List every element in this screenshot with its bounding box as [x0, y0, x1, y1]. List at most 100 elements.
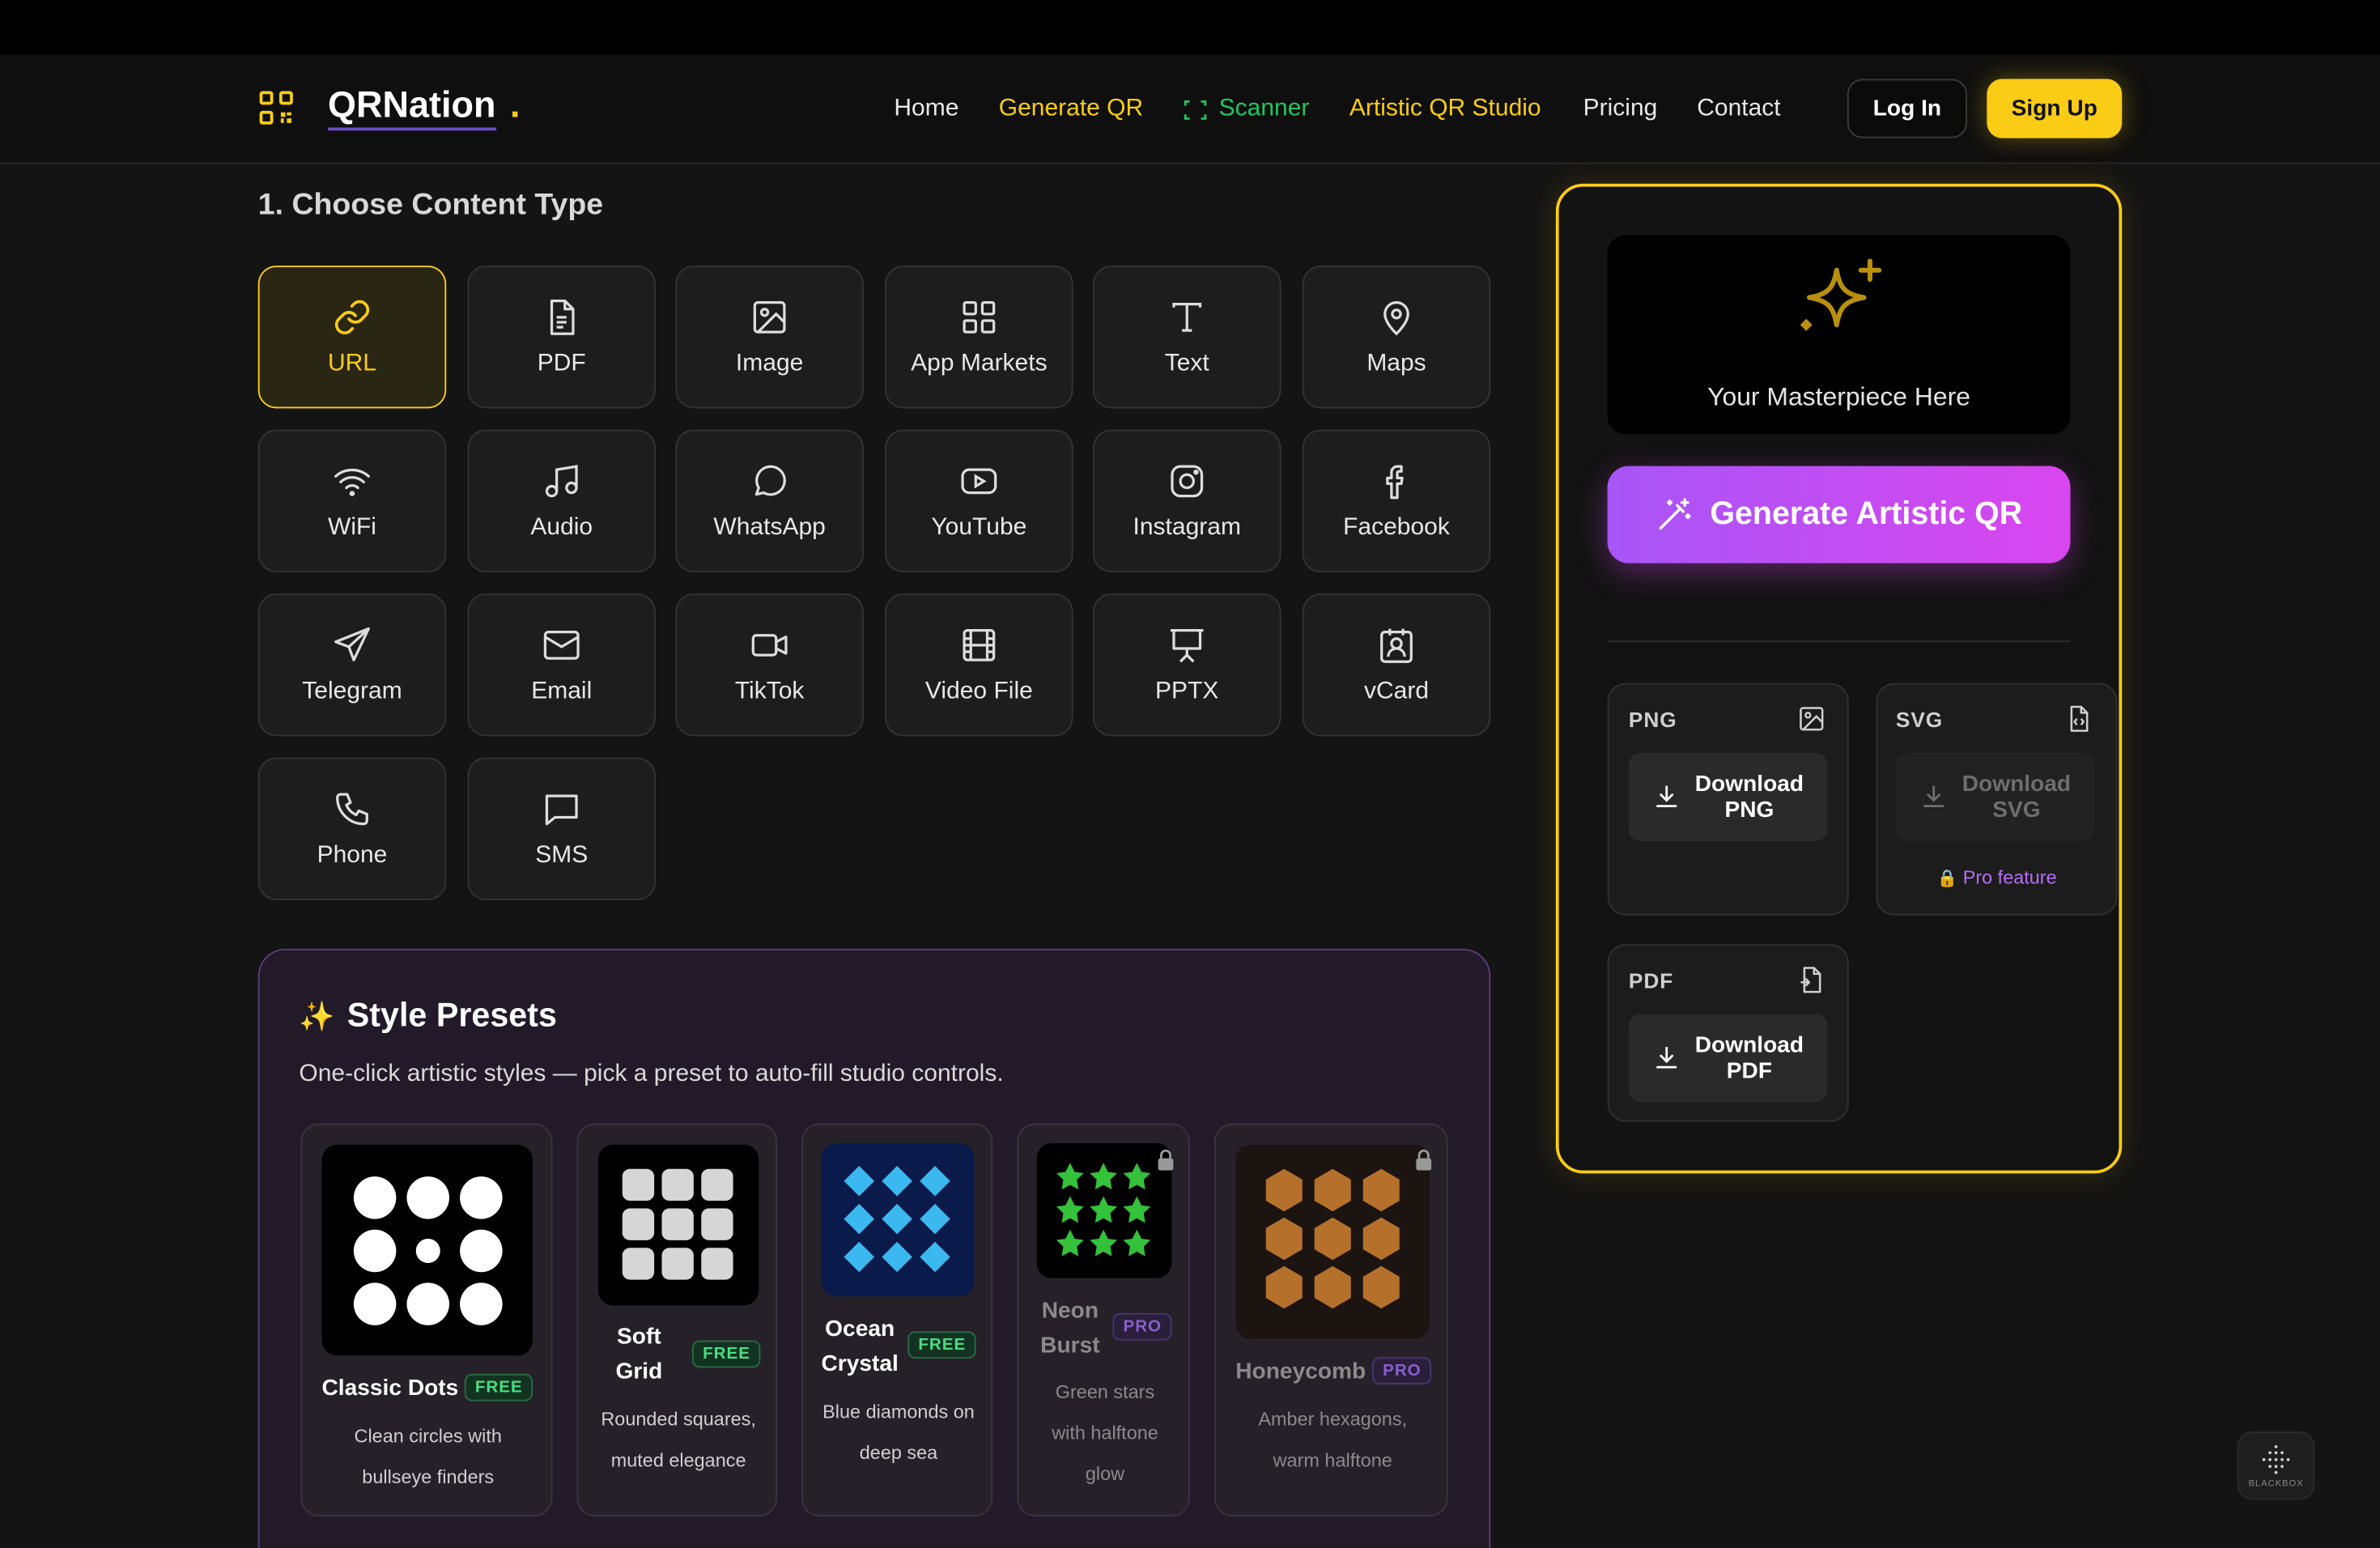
content-type-whatsapp[interactable]: WhatsApp [675, 429, 864, 572]
soft-grid-preview [597, 1144, 759, 1306]
preset-soft-grid[interactable]: Soft Grid FREE Rounded squares, muted ele… [576, 1123, 777, 1517]
download-png-button[interactable]: Download PNG [1628, 753, 1828, 841]
wifi-icon [334, 467, 370, 495]
pro-feature-note: 🔒 Pro feature [1936, 866, 2057, 888]
qr-logo-icon [259, 91, 293, 125]
free-badge: FREE [464, 1373, 533, 1401]
preset-name: Soft Grid [615, 1324, 663, 1384]
content-type-wifi[interactable]: WiFi [257, 429, 447, 572]
content-type-vcard[interactable]: vCard [1302, 593, 1491, 737]
file-export-icon [1800, 967, 1821, 993]
tile-label: YouTube [931, 513, 1027, 540]
preset-name: Neon Burst [1040, 1298, 1100, 1359]
content-type-youtube[interactable]: YouTube [885, 429, 1073, 572]
content-type-title: 1. Choose Content Type [257, 188, 604, 222]
grid-icon [963, 300, 996, 333]
content-type-pptx[interactable]: PPTX [1093, 593, 1281, 737]
preset-neon-burst[interactable]: Neon Burst PRO Green stars with halftone g… [1017, 1123, 1190, 1517]
tile-label: Image [735, 350, 804, 376]
pro-badge: PRO [1112, 1312, 1173, 1341]
tile-label: Video File [924, 678, 1033, 704]
nav-generate-qr[interactable]: Generate QR [999, 94, 1143, 125]
lock-icon: 🔒 [1936, 870, 1958, 888]
content-type-maps[interactable]: Maps [1302, 266, 1491, 409]
document-icon [550, 299, 575, 334]
film-icon [963, 628, 996, 661]
tile-label: Facebook [1343, 513, 1450, 540]
login-button[interactable]: Log In [1847, 79, 1967, 138]
signup-button[interactable]: Sign Up [1987, 79, 2123, 138]
content-type-pdf[interactable]: PDF [467, 266, 656, 409]
content-type-sms[interactable]: SMS [467, 757, 656, 900]
generate-artistic-qr-button[interactable]: Generate Artistic QR [1607, 466, 2071, 563]
free-badge: FREE [907, 1331, 977, 1359]
format-label-png: PNG [1628, 707, 1677, 732]
blackbox-label: BLACKBOX [2248, 1480, 2304, 1490]
preset-honeycomb[interactable]: Honeycomb PRO Amber hexagons, warm halfto… [1214, 1123, 1448, 1517]
tile-label: URL [327, 350, 376, 376]
link-icon [334, 299, 370, 334]
text-icon [1172, 302, 1202, 331]
download-pdf-button[interactable]: Download PDF [1628, 1014, 1828, 1103]
phone-icon [336, 792, 368, 825]
music-icon [545, 464, 578, 497]
preset-name: Ocean Crystal [821, 1316, 899, 1377]
tile-label: Phone [317, 841, 388, 868]
nav-contact[interactable]: Contact [1697, 94, 1780, 125]
nav-artistic-qr-studio[interactable]: Artistic QR Studio [1349, 94, 1541, 125]
tile-label: Instagram [1133, 513, 1241, 540]
tile-label: TikTok [734, 678, 805, 704]
content-type-phone[interactable]: Phone [257, 757, 447, 900]
tile-label: PDF [537, 350, 586, 376]
dot-matrix-logo-icon [2262, 1445, 2290, 1474]
tile-label: Telegram [302, 678, 402, 704]
download-svg-button[interactable]: Download SVG [1895, 753, 2095, 841]
content-type-url[interactable]: URL [257, 266, 447, 409]
content-type-audio[interactable]: Audio [467, 429, 656, 572]
brand-name[interactable]: QRNation [328, 85, 496, 131]
nav-scanner[interactable]: Scanner [1219, 94, 1310, 125]
content-type-facebook[interactable]: Facebook [1302, 429, 1491, 572]
lock-icon [1416, 1149, 1432, 1171]
tile-label: PPTX [1155, 678, 1219, 704]
tile-label: WhatsApp [713, 513, 826, 540]
free-badge: FREE [692, 1340, 762, 1368]
code-file-icon [2070, 705, 2089, 732]
neon-burst-preview [1036, 1142, 1172, 1278]
style-presets-title: ✨ Style Presets [299, 996, 557, 1034]
preset-ocean-crystal[interactable]: Ocean Crystal FREE Blue diamonds on deep … [801, 1123, 993, 1517]
preset-desc: Clean circles with bullseye finders [354, 1425, 502, 1488]
content-type-tiktok[interactable]: TikTok [675, 593, 864, 737]
lock-icon [1158, 1149, 1174, 1171]
content-type-video-file[interactable]: Video File [885, 593, 1073, 737]
tile-label: Email [531, 678, 593, 704]
chat-bubble-icon [754, 464, 786, 495]
instagram-icon [1171, 464, 1204, 497]
sparkle-emoji-icon: ✨ [299, 1002, 335, 1034]
ocean-crystal-preview [821, 1142, 975, 1297]
content-type-image[interactable]: Image [675, 266, 864, 409]
nav-pricing[interactable]: Pricing [1583, 94, 1658, 125]
tile-label: Audio [530, 513, 593, 540]
content-type-text[interactable]: Text [1093, 266, 1281, 409]
message-square-icon [545, 793, 578, 825]
presentation-icon [1170, 628, 1204, 662]
preset-classic-dots[interactable]: Classic Dots FREE Clean circles with bull… [300, 1123, 553, 1517]
nav-home[interactable]: Home [894, 94, 958, 125]
content-type-instagram[interactable]: Instagram [1093, 429, 1281, 572]
preset-desc: Rounded squares, muted elegance [601, 1409, 756, 1471]
content-type-telegram[interactable]: Telegram [257, 593, 447, 737]
tile-label: SMS [535, 841, 589, 868]
panel-divider [1607, 640, 2071, 643]
youtube-icon [961, 467, 997, 494]
preset-desc: Amber hexagons, warm halftone [1258, 1409, 1408, 1471]
honeycomb-preview [1235, 1144, 1430, 1339]
content-type-app-markets[interactable]: App Markets [885, 266, 1073, 409]
format-label-pdf: PDF [1628, 968, 1674, 993]
preview-placeholder-text: Your Masterpiece Here [1707, 382, 1970, 412]
content-type-email[interactable]: Email [467, 593, 656, 737]
tile-label: App Markets [911, 350, 1048, 376]
classic-dots-preview [321, 1144, 533, 1356]
send-icon [334, 627, 370, 661]
tile-label: WiFi [328, 513, 376, 540]
